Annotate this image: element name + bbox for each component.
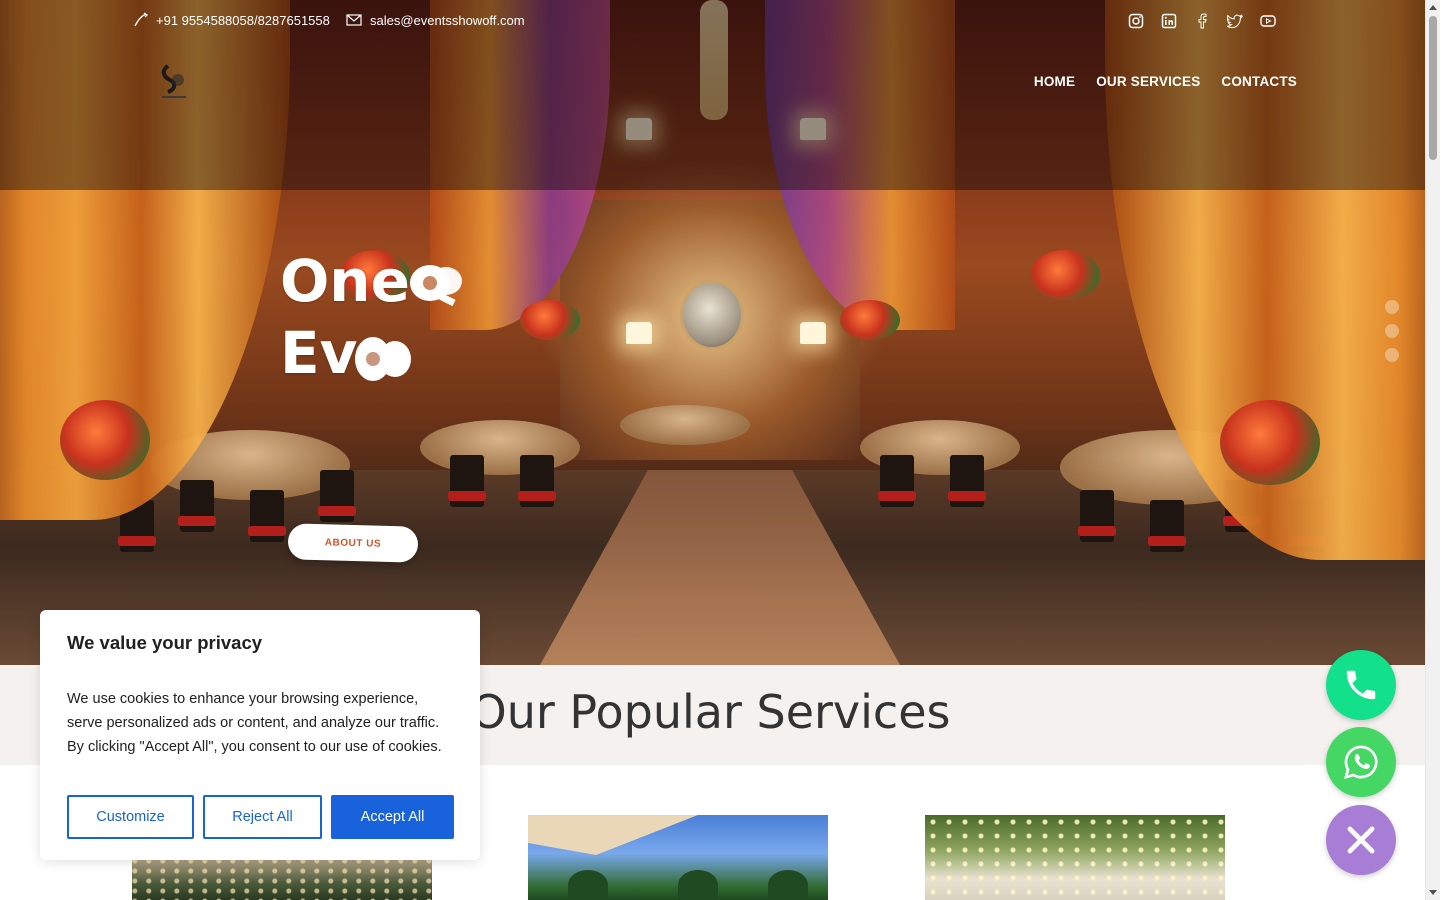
hero-title-line-2: Ev [280, 319, 358, 387]
dining-table [620, 405, 750, 445]
close-icon [1347, 826, 1375, 854]
ornamental-clock [680, 280, 744, 350]
cookie-actions: Customize Reject All Accept All [67, 795, 454, 839]
service-card-image[interactable] [925, 815, 1225, 900]
palm-tree [678, 870, 718, 900]
slider-pagination [1385, 300, 1399, 362]
palm-tree [768, 870, 808, 900]
facebook-icon[interactable] [1193, 12, 1211, 30]
scroll-up-arrow[interactable] [1429, 5, 1437, 10]
hero-title-line-1: One [280, 247, 410, 315]
chair [518, 455, 556, 507]
flower-arrangement [520, 300, 580, 340]
phone-contact-link[interactable]: +91 9554588058/8287651558 [132, 12, 330, 28]
dining-table [420, 420, 580, 475]
nav-our-services[interactable]: OUR SERVICES [1096, 74, 1200, 89]
service-card-image[interactable] [528, 815, 828, 900]
flower-arrangement [1220, 400, 1320, 485]
instagram-icon[interactable] [1127, 12, 1145, 30]
site-logo[interactable] [158, 62, 190, 102]
email-address: sales@eventsshowoff.com [370, 12, 525, 28]
page-scrollbar[interactable] [1425, 0, 1440, 900]
flower-arrangement [60, 400, 150, 480]
flower-arrangement [1030, 250, 1100, 300]
chair [1148, 500, 1186, 552]
close-contact-menu-button[interactable] [1326, 805, 1396, 875]
whatsapp-icon [1344, 745, 1378, 779]
cookie-title: We value your privacy [67, 632, 263, 653]
customize-button[interactable]: Customize [67, 795, 194, 839]
phone-icon [134, 12, 148, 27]
whatsapp-button[interactable] [1326, 727, 1396, 797]
accept-all-button[interactable]: Accept All [331, 795, 454, 839]
chair [178, 480, 216, 532]
call-button[interactable] [1326, 650, 1396, 720]
email-contact-link[interactable]: sales@eventsshowoff.com [346, 12, 525, 28]
cookie-description: We use cookies to enhance your browsing … [67, 691, 442, 755]
phone-icon [1346, 670, 1376, 700]
mail-icon [346, 14, 362, 26]
hero-title: One Ev [280, 245, 480, 389]
umbrella-shape [528, 815, 698, 855]
phone-number: +91 9554588058/8287651558 [156, 12, 330, 28]
twitter-icon[interactable] [1226, 12, 1244, 30]
scroll-down-arrow[interactable] [1429, 890, 1437, 895]
chair [318, 470, 356, 522]
nav-contacts[interactable]: CONTACTS [1221, 74, 1297, 89]
chair [878, 455, 916, 507]
chair [1078, 490, 1116, 542]
youtube-icon[interactable] [1259, 12, 1277, 30]
animated-letter [409, 245, 490, 307]
palm-tree [568, 870, 608, 900]
nav-home[interactable]: HOME [1034, 74, 1075, 89]
wall-lamp [800, 322, 826, 344]
social-links [1127, 12, 1277, 30]
top-bar: +91 9554588058/8287651558 sales@eventssh… [0, 0, 1425, 42]
main-nav: HOME OUR SERVICES CONTACTS [1034, 74, 1297, 89]
chair [948, 455, 986, 507]
chair [248, 490, 286, 542]
linkedin-icon[interactable] [1160, 12, 1178, 30]
flower-arrangement [840, 300, 900, 340]
animated-letter [355, 317, 427, 381]
slider-dot[interactable] [1385, 324, 1399, 338]
slider-dot[interactable] [1385, 300, 1399, 314]
cookie-consent-banner: We value your privacy We use cookies to … [40, 610, 480, 860]
slider-dot[interactable] [1385, 348, 1399, 362]
chair [448, 455, 486, 507]
hero-background-image [0, 0, 1425, 665]
wall-lamp [626, 322, 652, 344]
reject-all-button[interactable]: Reject All [203, 795, 322, 839]
scrollbar-thumb[interactable] [1429, 16, 1437, 160]
service-card-image[interactable] [132, 858, 432, 900]
about-us-button[interactable]: ABOUT US [287, 523, 419, 563]
